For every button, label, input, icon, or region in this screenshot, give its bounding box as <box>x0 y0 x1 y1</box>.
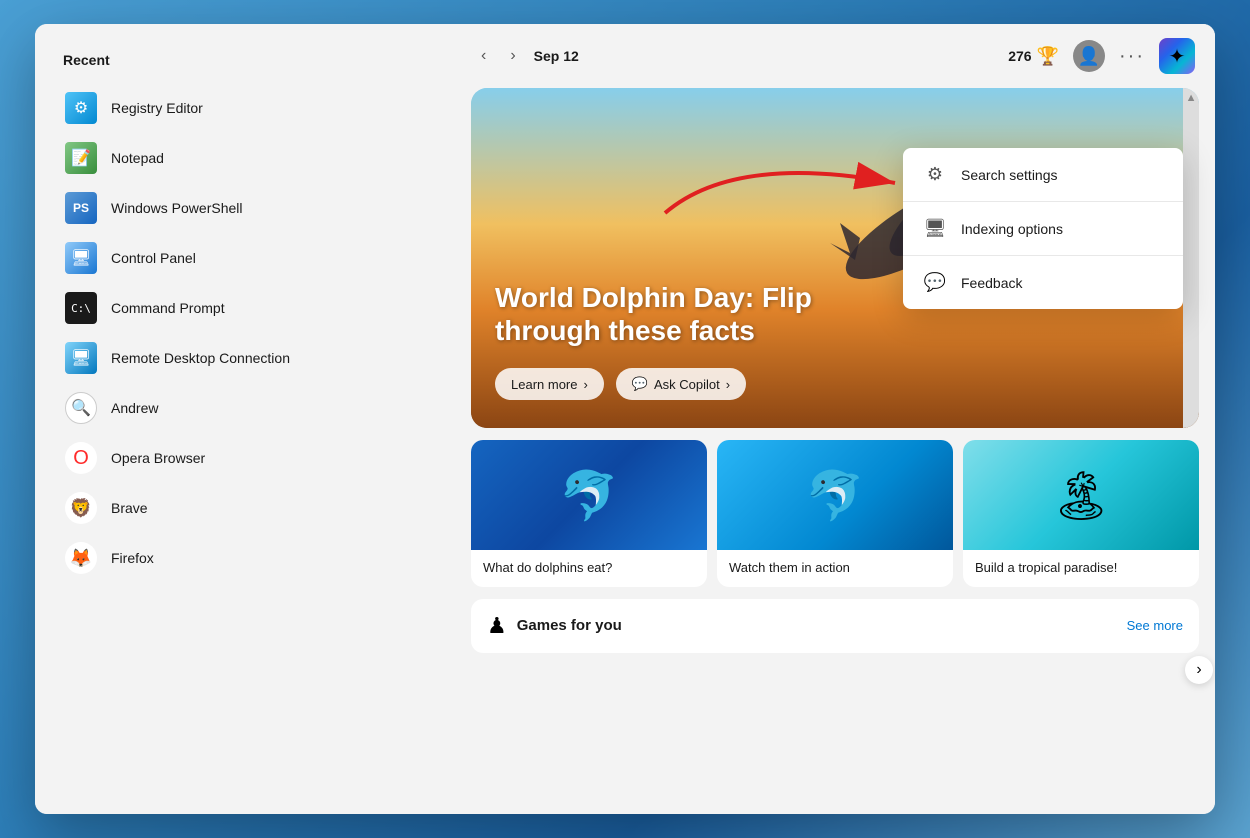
main-content: ‹ › Sep 12 276 🏆 👤 ··· ✦ ⚙ Search settin… <box>455 24 1215 814</box>
more-button[interactable]: ··· <box>1119 45 1145 68</box>
games-icon: ♟ <box>487 613 507 639</box>
feedback-item[interactable]: 💬 Feedback <box>903 256 1183 309</box>
notepad-icon: 📝 <box>65 142 97 174</box>
sidebar-item-registry-editor[interactable]: ⚙ Registry Editor <box>55 84 435 132</box>
hero-text: World Dolphin Day: Flip through these fa… <box>495 281 835 348</box>
search-settings-label: Search settings <box>961 167 1058 183</box>
points-badge: 276 🏆 <box>1008 46 1059 67</box>
sidebar-item-label: Andrew <box>111 400 158 416</box>
sidebar-item-powershell[interactable]: PS Windows PowerShell <box>55 184 435 232</box>
sidebar-item-command-prompt[interactable]: C:\ Command Prompt <box>55 284 435 332</box>
avatar[interactable]: 👤 <box>1073 40 1105 72</box>
learn-more-chevron: › <box>583 377 587 392</box>
dolphins-eat-label: What do dolphins eat? <box>471 550 707 587</box>
sidebar-item-andrew[interactable]: 🔍 Andrew <box>55 384 435 432</box>
back-button[interactable]: ‹ <box>475 43 492 69</box>
sidebar-item-label: Command Prompt <box>111 300 225 316</box>
powershell-icon: PS <box>65 192 97 224</box>
learn-more-label: Learn more <box>511 377 577 392</box>
watch-action-emoji: 🐬 <box>805 467 865 524</box>
brave-icon: 🦁 <box>65 492 97 524</box>
topbar: ‹ › Sep 12 276 🏆 👤 ··· ✦ <box>455 24 1215 88</box>
search-icon: 🔍 <box>65 392 97 424</box>
games-left: ♟ Games for you <box>487 613 622 639</box>
dropdown-menu: ⚙ Search settings 🖥 Indexing options 💬 F… <box>903 148 1183 309</box>
command-prompt-icon: C:\ <box>65 292 97 324</box>
registry-editor-icon: ⚙ <box>65 92 97 124</box>
learn-more-button[interactable]: Learn more › <box>495 368 604 400</box>
sidebar-item-notepad[interactable]: 📝 Notepad <box>55 134 435 182</box>
points-value: 276 <box>1008 48 1031 64</box>
cards-row: 🐬 What do dolphins eat? 🐬 Watch them in … <box>471 440 1199 587</box>
opera-icon: O <box>65 442 97 474</box>
ask-copilot-button[interactable]: 💬 Ask Copilot › <box>616 368 746 400</box>
sidebar-item-label: Windows PowerShell <box>111 200 243 216</box>
sidebar-title: Recent <box>55 52 435 68</box>
tropical-label: Build a tropical paradise! <box>963 550 1199 587</box>
sidebar-item-label: Remote Desktop Connection <box>111 350 290 366</box>
ask-copilot-label: Ask Copilot <box>654 377 720 392</box>
remote-desktop-icon: 🖥 <box>65 342 97 374</box>
main-window: Recent ⚙ Registry Editor 📝 Notepad PS Wi… <box>35 24 1215 814</box>
scrollbar: ▲ <box>1183 88 1199 428</box>
hero-buttons: Learn more › 💬 Ask Copilot › <box>495 368 746 400</box>
sidebar-item-label: Registry Editor <box>111 100 203 116</box>
trophy-icon: 🏆 <box>1037 46 1059 67</box>
scroll-up-button[interactable]: ▲ <box>1182 88 1199 108</box>
topbar-right: 276 🏆 👤 ··· ✦ <box>1008 38 1195 74</box>
card-watch-action[interactable]: 🐬 Watch them in action <box>717 440 953 587</box>
games-title: Games for you <box>517 617 622 634</box>
sidebar: Recent ⚙ Registry Editor 📝 Notepad PS Wi… <box>35 24 455 814</box>
control-panel-icon: 🖥 <box>65 242 97 274</box>
indexing-options-icon: 🖥 <box>923 218 947 239</box>
indexing-options-label: Indexing options <box>961 221 1063 237</box>
card-dolphins-eat[interactable]: 🐬 What do dolphins eat? <box>471 440 707 587</box>
sidebar-item-label: Brave <box>111 500 148 516</box>
firefox-icon: 🦊 <box>65 542 97 574</box>
hero-title: World Dolphin Day: Flip through these fa… <box>495 281 835 348</box>
sidebar-item-label: Notepad <box>111 150 164 166</box>
date-label: Sep 12 <box>534 48 997 64</box>
tropical-image: 🏝 <box>963 440 1199 550</box>
watch-action-label: Watch them in action <box>717 550 953 587</box>
tropical-emoji: 🏝 <box>1051 467 1112 524</box>
sidebar-item-opera[interactable]: O Opera Browser <box>55 434 435 482</box>
feedback-label: Feedback <box>961 275 1022 291</box>
sidebar-item-label: Firefox <box>111 550 154 566</box>
indexing-options-item[interactable]: 🖥 Indexing options <box>903 202 1183 256</box>
next-cards-button[interactable]: › <box>1185 656 1213 684</box>
ask-copilot-chevron: › <box>726 377 730 392</box>
dolphins-eat-image: 🐬 <box>471 440 707 550</box>
sidebar-item-firefox[interactable]: 🦊 Firefox <box>55 534 435 582</box>
feedback-icon: 💬 <box>923 272 947 293</box>
content-area: ⚙ Search settings 🖥 Indexing options 💬 F… <box>455 88 1215 814</box>
search-settings-item[interactable]: ⚙ Search settings <box>903 148 1183 202</box>
sidebar-item-remote-desktop[interactable]: 🖥 Remote Desktop Connection <box>55 334 435 382</box>
card-tropical[interactable]: 🏝 Build a tropical paradise! <box>963 440 1199 587</box>
copilot-bubble-icon: 💬 <box>632 376 648 392</box>
sidebar-item-label: Opera Browser <box>111 450 205 466</box>
search-settings-icon: ⚙ <box>923 164 947 185</box>
games-row: ♟ Games for you See more <box>471 599 1199 653</box>
dolphins-eat-emoji: 🐬 <box>559 467 619 524</box>
see-more-games[interactable]: See more <box>1127 618 1183 633</box>
sidebar-item-control-panel[interactable]: 🖥 Control Panel <box>55 234 435 282</box>
watch-action-image: 🐬 <box>717 440 953 550</box>
sidebar-item-brave[interactable]: 🦁 Brave <box>55 484 435 532</box>
sidebar-item-label: Control Panel <box>111 250 196 266</box>
forward-button[interactable]: › <box>504 43 521 69</box>
copilot-icon[interactable]: ✦ <box>1159 38 1195 74</box>
